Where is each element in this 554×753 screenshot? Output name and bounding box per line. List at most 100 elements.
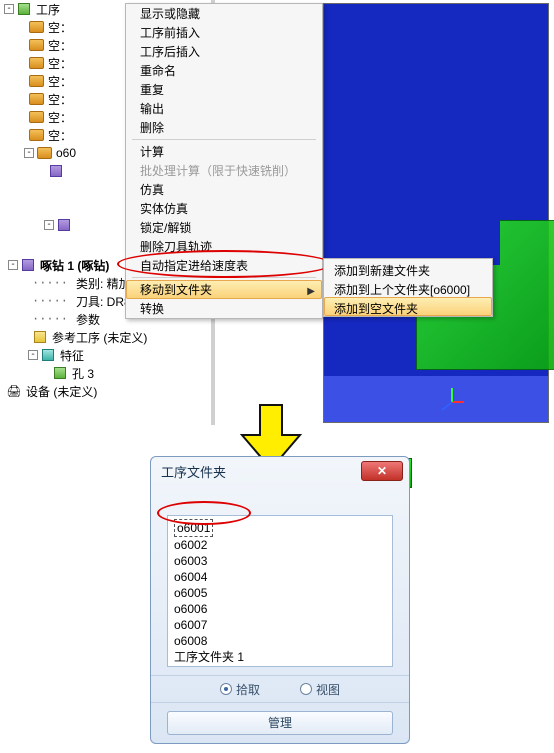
menu-del-toolpath[interactable]: 删除刀具轨迹 (126, 237, 322, 256)
list-item-label: o6004 (174, 570, 207, 584)
list-item-label: 工序文件夹 1 (174, 650, 244, 664)
folder-icon (29, 39, 44, 51)
tree-node-label: 设备 (未定义) (26, 383, 97, 400)
collapse-icon[interactable]: - (24, 148, 34, 158)
context-menu[interactable]: 显示或隐藏 工序前插入 工序后插入 重命名 重复 输出 删除 计算 批处理计算（… (125, 3, 323, 319)
menu-label: 删除刀具轨迹 (140, 240, 212, 254)
menu-label: 输出 (140, 102, 164, 116)
tree-node-label: 孔 3 (72, 365, 94, 382)
menu-insert-after[interactable]: 工序后插入 (126, 42, 322, 61)
hole-icon (54, 367, 66, 379)
list-item[interactable]: o6007 (174, 617, 386, 633)
list-item[interactable]: o6003 (174, 553, 386, 569)
radio-view[interactable]: 视图 (300, 681, 340, 698)
menu-calc[interactable]: 计算 (126, 142, 322, 161)
menu-label: 仿真 (140, 183, 164, 197)
folder-icon (29, 21, 44, 33)
menu-simulate[interactable]: 仿真 (126, 180, 322, 199)
list-item[interactable]: o6008 (174, 633, 386, 649)
menu-duplicate[interactable]: 重复 (126, 80, 322, 99)
radio-label: 视图 (316, 681, 340, 698)
tree-folder-label: 空： (48, 55, 72, 72)
tree-node-hole[interactable]: 孔 3 (4, 364, 211, 382)
op-icon (58, 219, 70, 231)
menu-label: 批处理计算（限于快速铣削） (140, 164, 296, 178)
tree-folder-label: 空： (48, 109, 72, 126)
close-icon: ✕ (377, 464, 387, 478)
list-item[interactable]: o6006 (174, 601, 386, 617)
dialog-radio-row: 拾取 视图 (151, 675, 409, 703)
model-viewport[interactable] (323, 3, 549, 423)
close-button[interactable]: ✕ (361, 461, 403, 481)
list-item-label: o6007 (174, 618, 207, 632)
axis-triad-icon (438, 384, 466, 412)
sequence-icon (18, 3, 30, 15)
list-item[interactable]: 工序文件夹 1 (174, 649, 386, 665)
folder-icon (29, 75, 44, 87)
menu-solid-sim[interactable]: 实体仿真 (126, 199, 322, 218)
viewport-ground (324, 376, 548, 422)
menu-move-to-folder[interactable]: 移动到文件夹 ▶ (126, 280, 322, 299)
radio-dot-icon (220, 683, 232, 695)
tree-node-label: 参数 (76, 311, 100, 328)
menu-delete[interactable]: 删除 (126, 118, 322, 137)
folder-icon (29, 57, 44, 69)
folder-icon (29, 93, 44, 105)
device-icon: 🖨 (6, 384, 22, 398)
menu-label: 重命名 (140, 64, 176, 78)
tree-node-label: 刀具: DR8 (76, 293, 131, 310)
collapse-icon[interactable]: - (4, 4, 14, 14)
manage-button[interactable]: 管理 (167, 711, 393, 735)
submenu[interactable]: 添加到新建文件夹 添加到上个文件夹[o6000] 添加到空文件夹 (323, 258, 493, 317)
tree-folder-label: 空： (48, 37, 72, 54)
menu-label: 实体仿真 (140, 202, 188, 216)
tree-node-refseq[interactable]: 参考工序 (未定义) (4, 328, 211, 346)
tree-node-feature[interactable]: - 特征 (4, 346, 211, 364)
submenu-add-last[interactable]: 添加到上个文件夹[o6000] (324, 278, 492, 297)
submenu-add-empty[interactable]: 添加到空文件夹 (324, 297, 492, 316)
menu-show-hide[interactable]: 显示或隐藏 (126, 4, 322, 23)
menu-label: 移动到文件夹 (140, 283, 212, 297)
tree-folder-label: 空： (48, 73, 72, 90)
menu-convert[interactable]: 转换 (126, 299, 322, 318)
menu-export[interactable]: 输出 (126, 99, 322, 118)
menu-label: 添加到空文件夹 (334, 302, 418, 316)
menu-label: 添加到上个文件夹[o6000] (334, 283, 470, 297)
list-item[interactable]: o6004 (174, 569, 386, 585)
menu-autofeed[interactable]: 自动指定进给速度表 (126, 256, 322, 275)
list-item[interactable]: o6002 (174, 537, 386, 553)
folder-icon (29, 111, 44, 123)
menu-lock[interactable]: 锁定/解锁 (126, 218, 322, 237)
folder-icon (37, 147, 52, 159)
menu-label: 删除 (140, 121, 164, 135)
submenu-add-new[interactable]: 添加到新建文件夹 (324, 259, 492, 278)
folder-list[interactable]: o6001 o6002 o6003 o6004 o6005 o6006 o600… (167, 515, 393, 667)
tree-node-device[interactable]: 🖨 设备 (未定义) (4, 382, 211, 400)
menu-rename[interactable]: 重命名 (126, 61, 322, 80)
feature-icon (42, 349, 54, 361)
tree-root-label: 工序 (36, 1, 60, 18)
radio-pick[interactable]: 拾取 (220, 681, 260, 698)
menu-insert-before[interactable]: 工序前插入 (126, 23, 322, 42)
collapse-icon[interactable]: - (44, 220, 54, 230)
folder-dialog[interactable]: 工序文件夹 ✕ o6001 o6002 o6003 o6004 o6005 o6… (150, 456, 410, 744)
menu-sep (132, 277, 316, 278)
collapse-icon[interactable]: - (8, 260, 18, 270)
collapse-icon[interactable]: - (28, 350, 38, 360)
tree-node-label: 参考工序 (未定义) (52, 329, 147, 346)
tree-folder-label: 空： (48, 127, 72, 144)
menu-label: 计算 (140, 145, 164, 159)
list-item-label: o6003 (174, 554, 207, 568)
menu-batch-calc: 批处理计算（限于快速铣削） (126, 161, 322, 180)
radio-dot-icon (300, 683, 312, 695)
tree-drill-label: 啄钻 1 (啄钻) (40, 257, 109, 274)
ref-icon (34, 331, 46, 343)
menu-label: 工序前插入 (140, 26, 200, 40)
list-item[interactable]: o6001 (174, 519, 386, 537)
tree-node-label: 特征 (60, 347, 84, 364)
tree-folder-label: 空： (48, 19, 72, 36)
menu-label: 锁定/解锁 (140, 221, 191, 235)
list-item-label: o6008 (174, 634, 207, 648)
list-item[interactable]: o6005 (174, 585, 386, 601)
menu-label: 自动指定进给速度表 (140, 259, 248, 273)
